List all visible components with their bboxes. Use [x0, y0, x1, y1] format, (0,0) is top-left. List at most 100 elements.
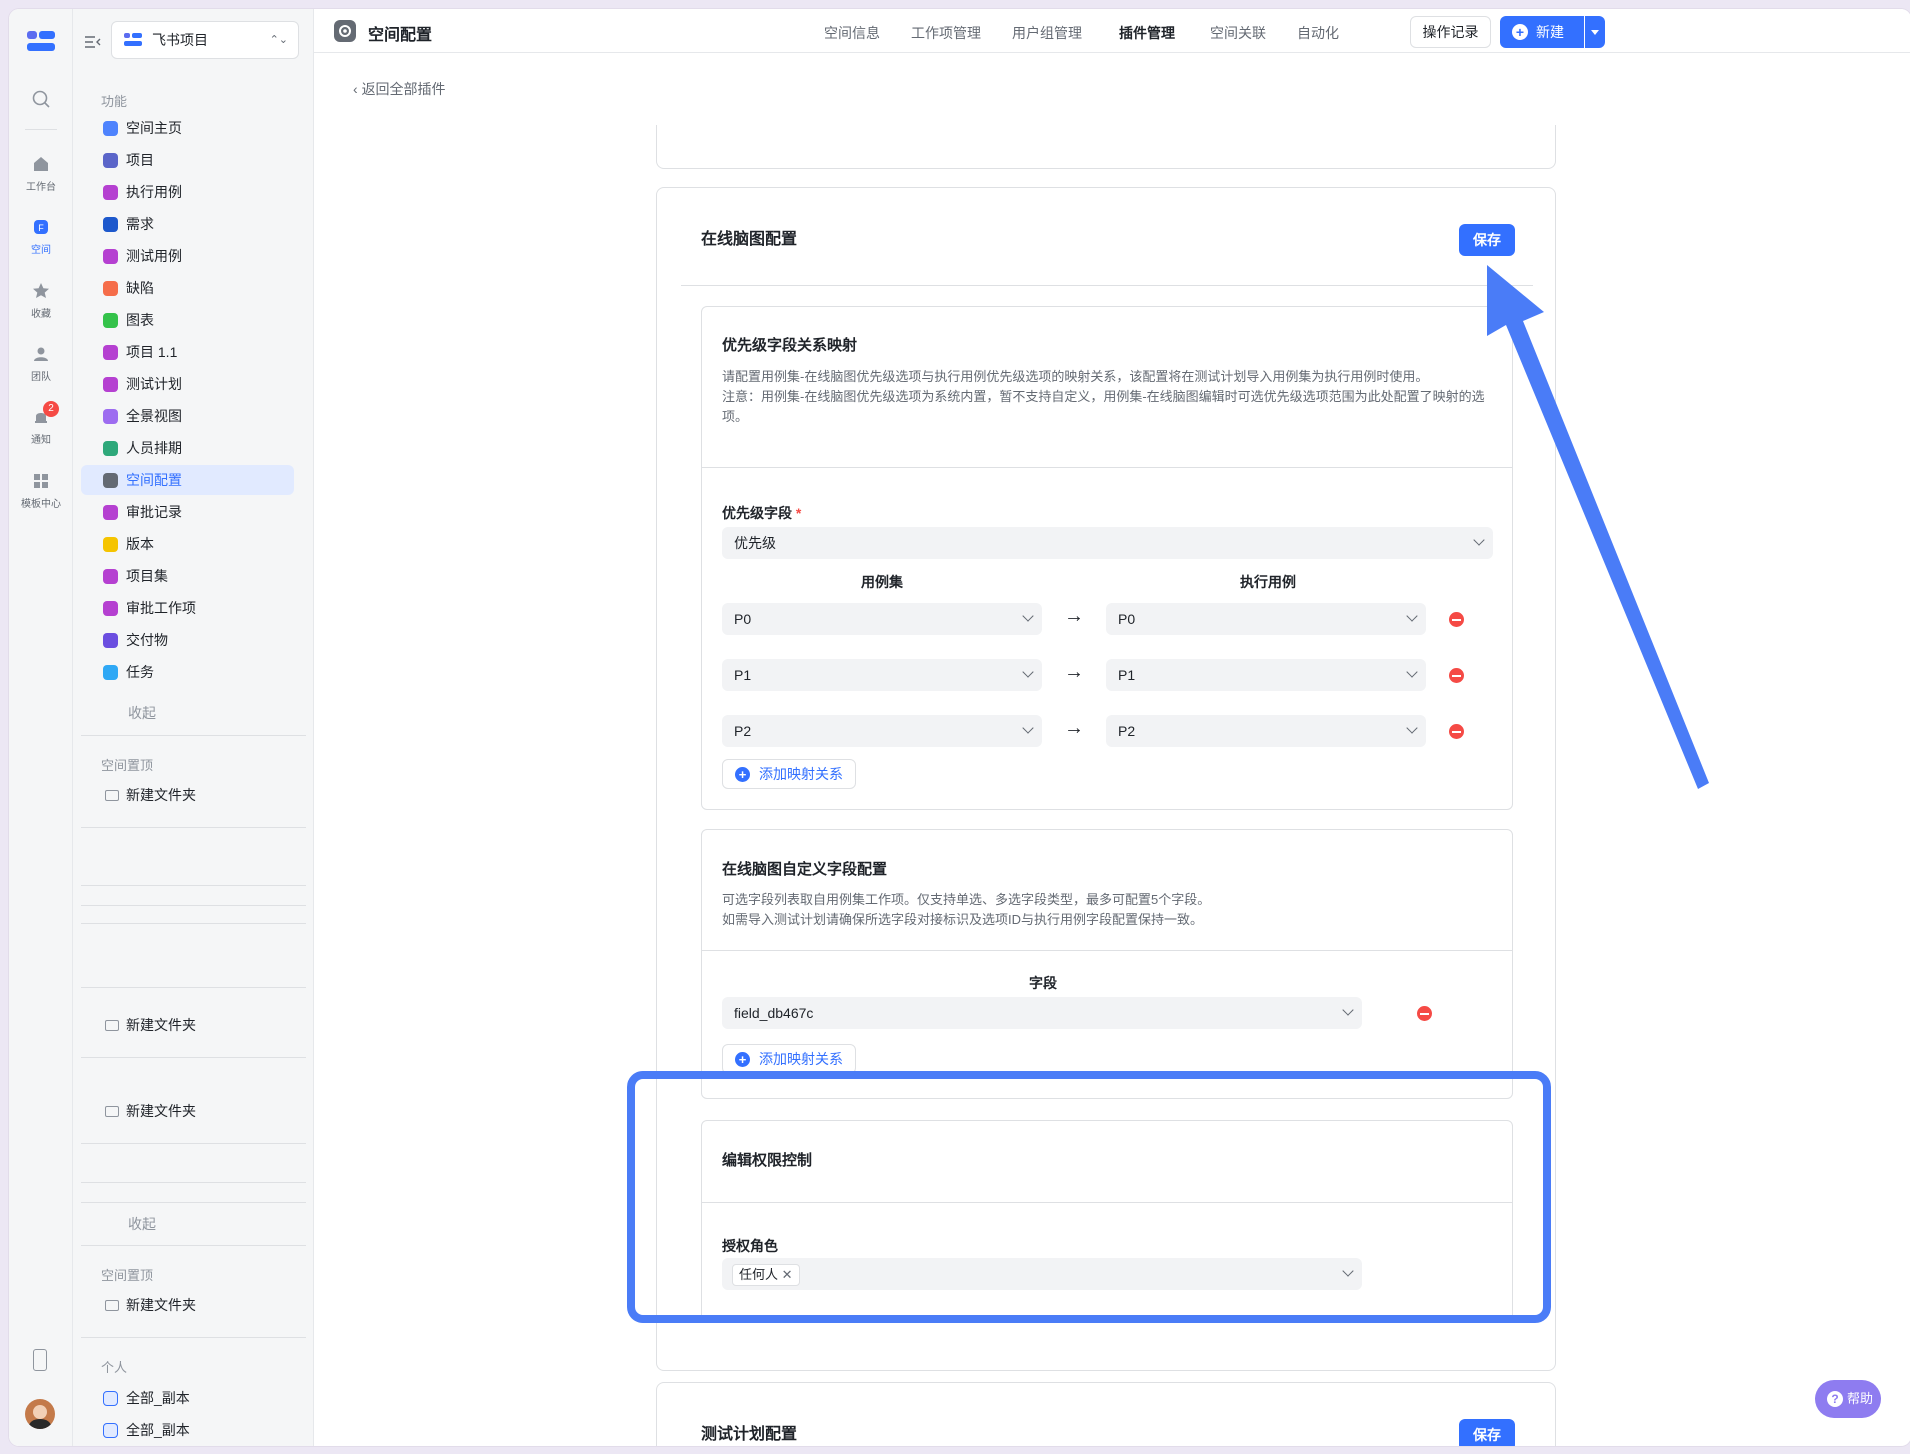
folder-item[interactable]: 新建文件夹: [81, 780, 294, 810]
notification-badge: 2: [43, 401, 59, 417]
workitem-type-icon: [103, 537, 118, 552]
workitem-type-icon: [103, 569, 118, 584]
workitem-type-icon: [103, 633, 118, 648]
remove-field-icon[interactable]: [1417, 1006, 1432, 1021]
new-button[interactable]: + 新建: [1500, 16, 1584, 48]
chevron-down-icon: [1406, 722, 1418, 734]
rail-workbench[interactable]: 工作台: [9, 154, 73, 193]
help-button[interactable]: ? 帮助: [1815, 1380, 1881, 1418]
operation-log-button[interactable]: 操作记录: [1410, 16, 1491, 48]
sidebar-item[interactable]: 全景视图: [81, 401, 294, 431]
folder-icon: [105, 790, 119, 801]
home-icon: [34, 157, 48, 171]
folder-item[interactable]: 新建文件夹: [81, 1010, 294, 1040]
save-button[interactable]: 保存: [1459, 1419, 1515, 1446]
caseset-priority-select[interactable]: P0: [722, 603, 1042, 635]
workitem-type-icon: [103, 377, 118, 392]
sidebar-item[interactable]: 空间配置: [81, 465, 294, 495]
sidebar-item[interactable]: 需求: [81, 209, 294, 239]
page-title: 空间配置: [368, 27, 433, 44]
tab-plugin-management[interactable]: 插件管理: [1119, 23, 1175, 43]
priority-field-select[interactable]: 优先级: [722, 527, 1493, 559]
sidebar-item[interactable]: 审批工作项: [81, 593, 294, 623]
sidebar-divider: [81, 1057, 306, 1058]
tab-space-info[interactable]: 空间信息: [824, 23, 880, 43]
custom-field-select[interactable]: field_db467c: [722, 997, 1362, 1029]
execution-priority-select[interactable]: P0: [1106, 603, 1426, 635]
rail-team[interactable]: 团队: [9, 344, 73, 383]
sidebar-item[interactable]: 交付物: [81, 625, 294, 655]
remove-tag-icon[interactable]: ✕: [782, 1267, 793, 1282]
chevron-down-icon: [1022, 722, 1034, 734]
new-dropdown-button[interactable]: [1585, 16, 1605, 48]
team-icon: [34, 347, 48, 361]
app-logo[interactable]: [25, 29, 57, 55]
back-to-plugins-link[interactable]: ‹ 返回全部插件: [353, 79, 446, 99]
add-mapping-button[interactable]: + 添加映射关系: [722, 759, 856, 789]
tab-usergroup-management[interactable]: 用户组管理: [1012, 23, 1082, 43]
sidebar-item[interactable]: 任务: [81, 657, 294, 687]
sidebar-item[interactable]: 项目 1.1: [81, 337, 294, 367]
remove-mapping-icon[interactable]: [1449, 612, 1464, 627]
folder-item[interactable]: 新建文件夹: [81, 1290, 294, 1320]
card-title: 在线脑图配置: [701, 231, 798, 248]
sidebar-item[interactable]: 项目: [81, 145, 294, 175]
collapse-sidebar-icon[interactable]: [85, 35, 101, 48]
tab-space-relations[interactable]: 空间关联: [1210, 23, 1266, 43]
scroll-mask: [649, 69, 1569, 125]
authorized-role-select[interactable]: 任何人 ✕: [722, 1258, 1362, 1290]
workitem-type-icon: [103, 665, 118, 680]
collapse-link[interactable]: 收起: [128, 1214, 156, 1234]
rail-notifications[interactable]: 通知 2: [9, 401, 73, 446]
arrow-right-icon: →: [1064, 605, 1084, 627]
section-divider: [702, 467, 1512, 468]
section-divider: [702, 1202, 1512, 1203]
chevron-left-icon: ‹: [353, 81, 362, 97]
sidebar-item[interactable]: 图表: [81, 305, 294, 335]
section-label-personal: 个人: [101, 1360, 128, 1375]
remove-mapping-icon[interactable]: [1449, 724, 1464, 739]
sidebar-item[interactable]: 测试用例: [81, 241, 294, 271]
sidebar-item[interactable]: 空间主页: [81, 113, 294, 143]
sidebar-divider: [81, 905, 306, 906]
rail-space[interactable]: F 空间: [9, 217, 73, 256]
search-icon[interactable]: [31, 89, 51, 114]
mapping-row: P2 → P2: [702, 715, 1512, 747]
priority-mapping-section: 优先级字段关系映射 请配置用例集-在线脑图优先级选项与执行用例优先级选项的映射关…: [701, 306, 1513, 810]
sidebar-item[interactable]: 项目集: [81, 561, 294, 591]
avatar[interactable]: [25, 1399, 55, 1429]
caseset-priority-select[interactable]: P2: [722, 715, 1042, 747]
mobile-icon[interactable]: [33, 1349, 47, 1371]
remove-mapping-icon[interactable]: [1449, 668, 1464, 683]
folder-item[interactable]: 新建文件夹: [81, 1096, 294, 1126]
tab-automation[interactable]: 自动化: [1297, 23, 1339, 43]
mindmap-config-card: 在线脑图配置 保存 优先级字段关系映射 请配置用例集-在线脑图优先级选项与执行用…: [656, 187, 1556, 1371]
card-divider: [681, 285, 1533, 286]
save-button[interactable]: 保存: [1459, 224, 1515, 256]
sidebar-item[interactable]: 测试计划: [81, 369, 294, 399]
svg-text:F: F: [38, 223, 44, 233]
folder-icon: [105, 1106, 119, 1117]
personal-view-item[interactable]: 全部_副本: [81, 1383, 294, 1413]
sidebar-item[interactable]: 版本: [81, 529, 294, 559]
caseset-priority-select[interactable]: P1: [722, 659, 1042, 691]
collapse-link[interactable]: 收起: [128, 703, 156, 723]
sidebar-item[interactable]: 审批记录: [81, 497, 294, 527]
column-header-caseset: 用例集: [861, 574, 903, 590]
execution-priority-select[interactable]: P2: [1106, 715, 1426, 747]
sidebar-item[interactable]: 缺陷: [81, 273, 294, 303]
workitem-type-icon: [103, 281, 118, 296]
sidebar-item[interactable]: 执行用例: [81, 177, 294, 207]
tab-workitem-management[interactable]: 工作项管理: [911, 23, 981, 43]
rail-templates[interactable]: 模板中心: [9, 471, 73, 510]
sidebar-item[interactable]: 人员排期: [81, 433, 294, 463]
settings-gear-icon: [334, 20, 356, 42]
project-switcher[interactable]: 飞书项目 ⌃⌄: [111, 21, 299, 59]
arrow-right-icon: →: [1064, 661, 1084, 683]
space-sidebar: 飞书项目 ⌃⌄ 功能 收起 空间置顶 新建文件夹 新建文件夹 新建文件夹 收起 …: [73, 9, 314, 1446]
personal-view-item[interactable]: 全部_副本: [81, 1415, 294, 1445]
rail-favorites[interactable]: 收藏: [9, 281, 73, 320]
add-mapping-button[interactable]: + 添加映射关系: [722, 1044, 856, 1074]
execution-priority-select[interactable]: P1: [1106, 659, 1426, 691]
workitem-type-icon: [103, 441, 118, 456]
